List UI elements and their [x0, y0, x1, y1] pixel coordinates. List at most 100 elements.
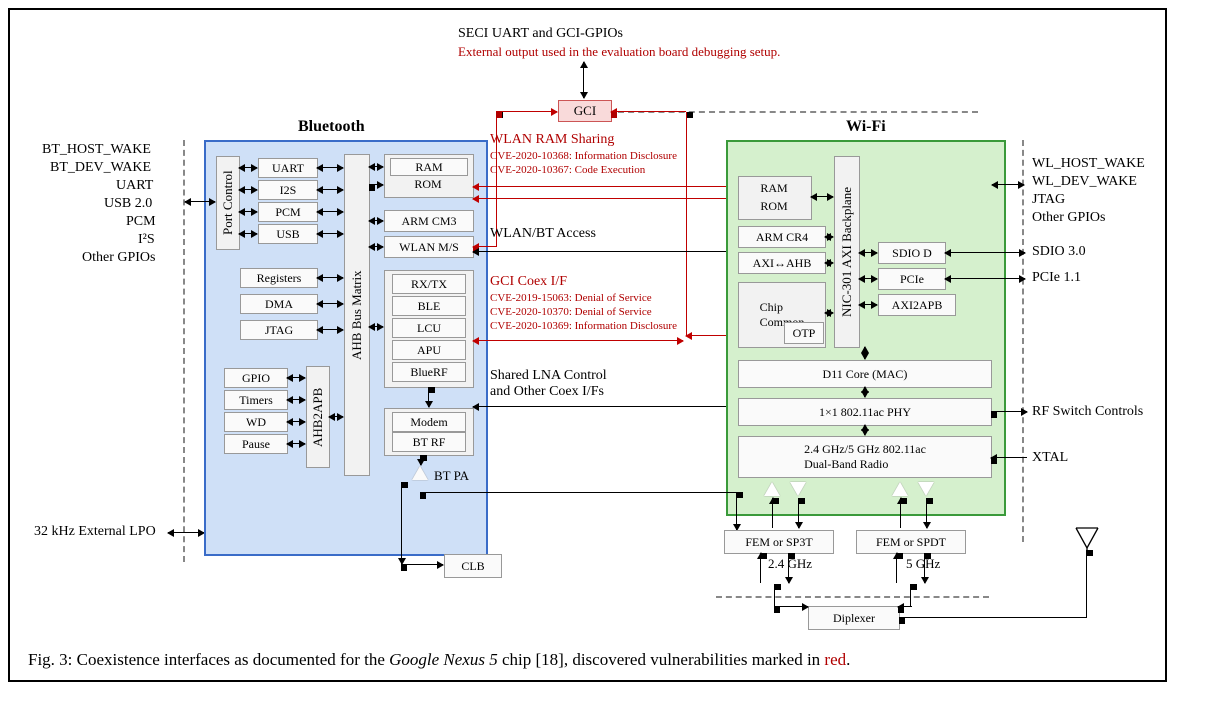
wifi-axi-ahb: AXI↔AHB	[738, 252, 826, 274]
sdio-ext-a	[945, 252, 1025, 253]
bt-apu: APU	[392, 340, 466, 360]
jtag-bus-a	[317, 329, 343, 330]
rom-share-arrow	[473, 198, 736, 199]
bt-io-0: BT_HOST_WAKE	[42, 142, 151, 158]
pcie-ext-a	[945, 278, 1025, 279]
pause-a	[287, 443, 305, 444]
gci-coex-arrow	[473, 340, 683, 341]
gci-into-wlanms	[473, 246, 497, 247]
fem1-up-a	[760, 553, 761, 583]
gci-right-h	[611, 111, 686, 112]
bt-wd: WD	[224, 412, 288, 432]
bt-rxtx: RX/TX	[392, 274, 466, 294]
bus-wlanms-a	[369, 246, 383, 247]
bp-d11-a	[864, 347, 865, 359]
gci-block: GCI	[558, 100, 612, 122]
pc-uart-a	[239, 167, 257, 168]
dip-ant-v	[1086, 550, 1087, 618]
wifi-phy: 1×1 802.11ac PHY	[738, 398, 992, 426]
ahb2apb-bus-a	[329, 416, 343, 417]
bt-lpo: 32 kHz External LPO	[34, 524, 156, 540]
wifi-backplane: NIC-301 AXI Backplane	[834, 156, 860, 348]
bus-radio-a	[369, 326, 383, 327]
amp-down-1-icon	[790, 482, 806, 496]
caption-pre: Fig. 3: Coexistence interfaces as docume…	[28, 650, 389, 669]
wlan-ram-title: WLAN RAM Sharing	[490, 132, 614, 148]
btrf-pa-a	[420, 455, 421, 465]
wifi-ram: RAM	[744, 180, 804, 196]
bt-dma: DMA	[240, 294, 318, 314]
bt-ble: BLE	[392, 296, 466, 316]
gci-left-h	[496, 111, 557, 112]
bt-port-i2s: I2S	[258, 180, 318, 200]
fem2-up-a	[896, 553, 897, 583]
seci-title: SECI UART and GCI-GPIOs	[458, 26, 623, 42]
bt-port-uart: UART	[258, 158, 318, 178]
wifi-radio: 2.4 GHz/5 GHz 802.11ac Dual-Band Radio	[738, 436, 992, 478]
amp-down-2-icon	[918, 482, 934, 496]
a1u	[772, 498, 773, 528]
wifi-io-sdio: SDIO 3.0	[1032, 244, 1086, 260]
caption-mid: chip [18], discovered vulnerabilities ma…	[498, 650, 825, 669]
bt-ahb2apb: AHB2APB	[306, 366, 330, 468]
timers-a	[287, 399, 305, 400]
bt-io-3: USB 2.0	[104, 196, 152, 212]
bt-bus-matrix: AHB Bus Matrix	[344, 154, 370, 476]
antenna-icon	[1074, 526, 1100, 557]
fem2-dip-a	[910, 584, 911, 606]
bt-timers: Timers	[224, 390, 288, 410]
bus-ram-a	[369, 166, 383, 167]
caption-post: .	[846, 650, 850, 669]
caption-red: red	[824, 650, 846, 669]
wifi-io-2: JTAG	[1032, 192, 1065, 208]
bt-header: Bluetooth	[298, 118, 365, 136]
a1d	[798, 498, 799, 528]
bt-io-4: PCM	[126, 214, 156, 230]
wifi-io-top-a	[992, 184, 1024, 185]
a2d	[926, 498, 927, 528]
wifi-pcie: PCIe	[878, 268, 946, 290]
bt-port-usb: USB	[258, 224, 318, 244]
i2s-bus-a	[317, 189, 343, 190]
bt-btrf: BT RF	[392, 432, 466, 452]
shared-lna-label: Shared LNA Control and Other Coex I/Fs	[490, 368, 607, 400]
gci-coex-l2: CVE-2020-10369: Information Disclosure	[490, 320, 677, 332]
ram-share-arrow	[473, 186, 736, 187]
gci-top-arrow	[583, 62, 584, 98]
gci-coex-l1: CVE-2020-10370: Denial of Service	[490, 306, 652, 318]
uart-bus-a	[317, 167, 343, 168]
wifi-arm-cr4: ARM CR4	[738, 226, 826, 248]
wifi-d11: D11 Core (MAC)	[738, 360, 992, 388]
bt-port-pcm: PCM	[258, 202, 318, 222]
wifi-arm-bp-a	[825, 236, 833, 237]
bt-port-control: Port Control	[216, 156, 240, 250]
dma-bus-a	[317, 303, 343, 304]
gci-coex-l0: CVE-2019-15063: Denial of Service	[490, 292, 652, 304]
btpa-down-a	[401, 482, 402, 564]
pc-i2s-a	[239, 189, 257, 190]
seci-subtitle: External output used in the evaluation b…	[458, 44, 780, 60]
wifi-io-0: WL_HOST_WAKE	[1032, 156, 1145, 172]
d11-phy-a	[864, 387, 865, 397]
lpo-arrow	[168, 532, 204, 533]
btpa-fem-h	[420, 492, 736, 493]
bt-jtag: JTAG	[240, 320, 318, 340]
gci-right-v	[686, 112, 687, 336]
bp-pcie-a	[859, 278, 877, 279]
wlan-bt-access-arrow	[473, 251, 736, 252]
bt-pa-triangle-icon	[412, 466, 428, 480]
bt-io-5: I²S	[138, 232, 155, 248]
bt-io-6: Other GPIOs	[82, 250, 156, 266]
wifi-io-3: Other GPIOs	[1032, 210, 1106, 226]
pc-usb-a	[239, 233, 257, 234]
bt-bluerf: BlueRF	[392, 362, 466, 382]
bus-rom-a	[369, 184, 383, 185]
wifi-io-xtal: XTAL	[1032, 450, 1068, 466]
clb-block: CLB	[444, 554, 502, 578]
fem2-block: FEM or SPDT	[856, 530, 966, 554]
bp-axi2apb-a	[859, 304, 877, 305]
wifi-io-rf: RF Switch Controls	[1032, 404, 1143, 420]
wifi-io-pcie: PCIe 1.1	[1032, 270, 1081, 286]
bt-io-1: BT_DEV_WAKE	[50, 160, 151, 176]
bt-wlan-ms: WLAN M/S	[384, 236, 474, 258]
